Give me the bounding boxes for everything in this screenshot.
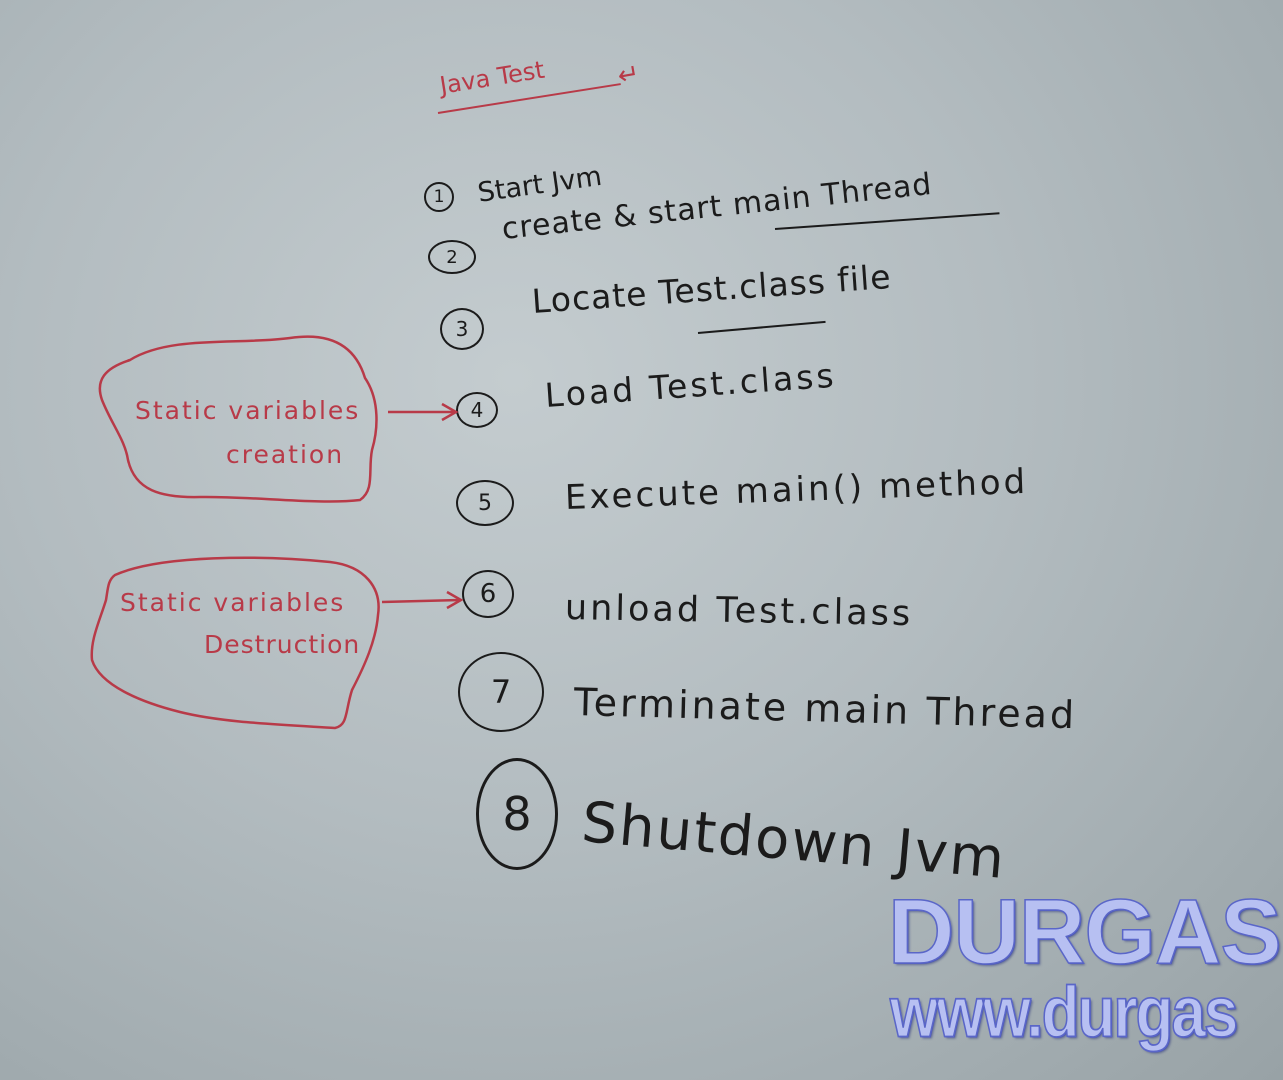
test-class-underline <box>697 320 826 334</box>
step-1-text: Start Jvm <box>475 160 604 209</box>
creation-note-line2: creation <box>226 440 345 469</box>
step-3-text: Locate Test.class file <box>530 256 893 321</box>
step-8-circle: 8 <box>476 758 558 870</box>
step-4-number: 4 <box>470 398 484 422</box>
step-2-circle: 2 <box>428 240 476 274</box>
step-8-text: Shutdown Jvm <box>579 790 1009 892</box>
step-4-text: Load Test.class <box>543 355 838 415</box>
step-5-number: 5 <box>478 490 492 516</box>
step-7-circle: 7 <box>458 652 544 732</box>
step-4-circle: 4 <box>456 392 498 428</box>
creation-note-line1: Static variables <box>135 396 361 425</box>
brand-name-watermark: DURGAS <box>887 880 1282 984</box>
step-3-number: 3 <box>455 317 469 341</box>
board-title: Java Test <box>437 55 547 100</box>
return-arrow-icon: ↵ <box>615 58 643 92</box>
step-7-text: Terminate main Thread <box>573 680 1078 738</box>
destruction-note-line1: Static variables <box>120 588 346 617</box>
step-6-number: 6 <box>479 579 497 609</box>
whiteboard: Java Test ↵ 1 Start Jvm 2 create & start… <box>0 0 1283 1080</box>
step-1-circle: 1 <box>424 182 454 212</box>
step-5-text: Execute main() method <box>564 461 1029 518</box>
brand-url-watermark: www.durgas <box>889 972 1239 1053</box>
step-5-circle: 5 <box>456 480 514 526</box>
step-7-number: 7 <box>490 673 512 711</box>
step-6-circle: 6 <box>462 570 514 618</box>
step-2-number: 2 <box>446 246 458 268</box>
step-8-number: 8 <box>502 787 532 841</box>
step-3-circle: 3 <box>440 308 484 350</box>
destruction-note-line2: Destruction <box>204 630 361 659</box>
main-thread-underline <box>774 212 1000 230</box>
step-6-text: unload Test.class <box>564 588 914 635</box>
destruction-arrow <box>381 598 461 604</box>
step-1-number: 1 <box>433 187 445 207</box>
